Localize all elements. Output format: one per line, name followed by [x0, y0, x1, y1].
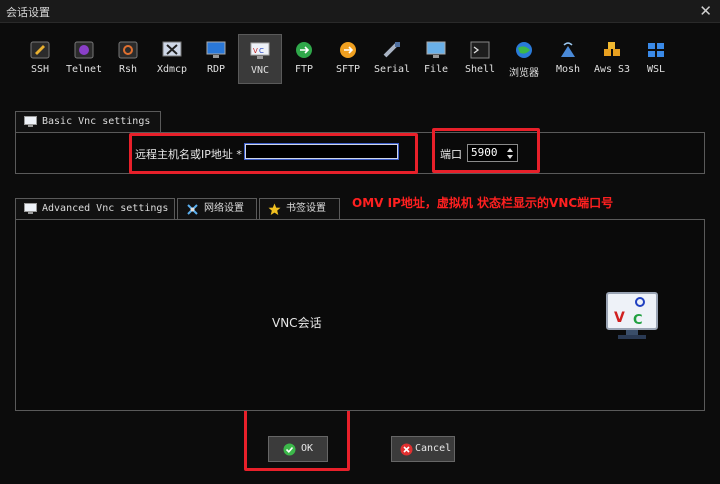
protocol-shell[interactable]: Shell	[458, 34, 502, 84]
ssh-icon	[30, 41, 50, 59]
close-icon[interactable]: ✕	[699, 1, 712, 21]
ftp-icon	[296, 42, 312, 58]
protocol-mosh[interactable]: Mosh	[546, 34, 590, 84]
protocol-label: SFTP	[335, 64, 361, 75]
shell-icon	[470, 41, 490, 59]
svg-text:V: V	[253, 47, 258, 55]
protocol-label: Aws S3	[593, 64, 631, 75]
rsh-icon	[118, 41, 138, 59]
highlight-box-host	[129, 133, 418, 174]
protocol-label: SSH	[30, 64, 50, 75]
protocol-telnet[interactable]: Telnet	[62, 34, 106, 84]
svg-text:V: V	[614, 310, 625, 326]
svg-text:C: C	[633, 313, 643, 328]
protocol-label: Serial	[373, 64, 411, 75]
vnc-icon: VC	[250, 42, 270, 59]
vnc-small-icon	[24, 203, 37, 214]
serial-icon	[383, 42, 400, 58]
protocol-label: FTP	[294, 64, 314, 75]
protocol-wsl[interactable]: WSL	[634, 34, 678, 84]
protocol-label: 浏览器	[509, 68, 539, 79]
protocol-label: Shell	[464, 64, 496, 75]
window-title: 会话设置	[6, 6, 50, 19]
tab-label: 网络设置	[204, 203, 244, 214]
protocol-label: Mosh	[555, 64, 581, 75]
title-bar: 会话设置 ✕	[0, 0, 720, 23]
ok-label: OK	[301, 443, 314, 454]
protocol-label: VNC	[250, 65, 270, 76]
protocol-serial[interactable]: Serial	[370, 34, 414, 84]
tab-advanced-vnc-settings[interactable]: Advanced Vnc settings	[15, 198, 175, 220]
telnet-icon	[74, 41, 94, 59]
protocol-label: RDP	[206, 64, 226, 75]
sftp-icon	[340, 42, 356, 58]
session-label: VNC会话	[272, 316, 322, 330]
xdmcp-icon	[162, 41, 182, 57]
protocol-label: Telnet	[65, 64, 103, 75]
vnc-monitor-icon: V C	[606, 292, 658, 339]
annotation-text: OMV IP地址，虚拟机 状态栏显示的VNC端口号	[352, 196, 614, 210]
protocol-rdp[interactable]: RDP	[194, 34, 238, 84]
protocol-label: Rsh	[118, 64, 138, 75]
wsl-icon	[648, 43, 664, 57]
aws-s3-icon	[604, 42, 620, 56]
highlight-box-port	[432, 128, 540, 173]
protocol-ssh[interactable]: SSH	[18, 34, 62, 84]
ok-button[interactable]: OK	[268, 436, 328, 462]
tab-label: 书签设置	[286, 203, 326, 214]
check-icon	[283, 443, 296, 456]
network-icon	[187, 204, 198, 215]
tab-label: Advanced Vnc settings	[42, 203, 169, 214]
file-icon	[426, 41, 446, 58]
protocol-sftp[interactable]: SFTP	[326, 34, 370, 84]
cancel-label: Cancel	[415, 443, 452, 454]
tab-network-settings[interactable]: 网络设置	[177, 198, 257, 220]
tab-basic-vnc-settings[interactable]: Basic Vnc settings	[15, 111, 161, 133]
protocol-browser[interactable]: 浏览器	[502, 34, 546, 84]
tab-label: Basic Vnc settings	[42, 116, 151, 127]
vnc-small-icon	[24, 116, 37, 127]
protocol-label: WSL	[646, 64, 666, 75]
star-icon	[268, 203, 281, 215]
tab-bookmark-settings[interactable]: 书签设置	[259, 198, 340, 220]
advanced-settings-panel	[15, 219, 705, 411]
protocol-vnc[interactable]: VC VNC	[238, 34, 282, 84]
svg-text:C: C	[259, 47, 264, 55]
rdp-icon	[206, 41, 226, 58]
protocol-label: File	[423, 64, 449, 75]
protocol-ftp[interactable]: FTP	[282, 34, 326, 84]
protocol-rsh[interactable]: Rsh	[106, 34, 150, 84]
protocol-aws-s3[interactable]: Aws S3	[590, 34, 634, 84]
protocol-xdmcp[interactable]: Xdmcp	[150, 34, 194, 84]
protocol-file[interactable]: File	[414, 34, 458, 84]
cancel-button[interactable]: Cancel	[391, 436, 455, 462]
cancel-icon	[400, 443, 413, 456]
mosh-icon	[561, 42, 575, 57]
browser-icon	[516, 42, 532, 58]
protocol-label: Xdmcp	[156, 64, 188, 75]
